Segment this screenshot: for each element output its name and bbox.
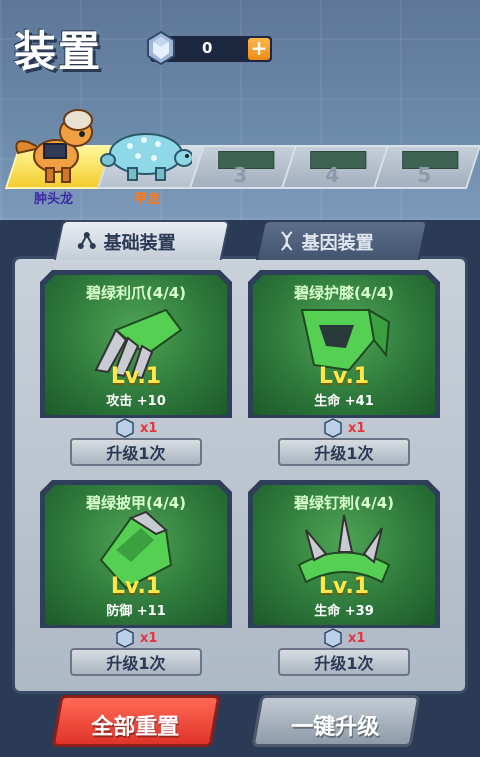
cost-amount: x1 xyxy=(140,631,158,646)
gem-icon xyxy=(116,418,134,438)
equipment-level: Lv.1 xyxy=(318,364,370,389)
slot-number: 3 xyxy=(233,163,248,187)
upgrade-cost: x1 xyxy=(248,628,440,650)
slot-number: 5 xyxy=(417,163,432,187)
gem-icon xyxy=(116,628,134,648)
dino-slot-3[interactable]: 3 xyxy=(188,145,298,189)
equipment-level: Lv.1 xyxy=(110,574,162,599)
page-title: 装置 xyxy=(14,27,103,76)
one-key-upgrade-button[interactable]: 一键升级 xyxy=(251,695,421,747)
ankylosaurus-icon xyxy=(100,133,192,181)
upgrade-button[interactable]: 升级1次 xyxy=(278,648,410,676)
currency-bar: 0 + xyxy=(147,31,272,65)
tab-gene-label: 基因装置 xyxy=(301,233,374,254)
slot-number: 4 xyxy=(325,163,340,187)
gem-icon xyxy=(324,418,342,438)
upgrade-button[interactable]: 升级1次 xyxy=(70,438,202,466)
tab-gene-device[interactable]: 基因装置 xyxy=(255,220,429,260)
dino-name-2: 甲龙 xyxy=(134,192,161,207)
equipment-level: Lv.1 xyxy=(318,574,370,599)
cost-amount: x1 xyxy=(140,421,158,436)
dino-slot-4[interactable]: 4 xyxy=(280,145,390,189)
dna-icon xyxy=(281,231,293,251)
pachycephalosaurus-icon xyxy=(15,109,93,183)
equipment-stat: 攻击 +10 xyxy=(106,394,166,409)
cost-amount: x1 xyxy=(348,631,366,646)
upgrade-cost: x1 xyxy=(40,418,232,440)
equipment-card-claw: 碧绿利爪(4/4) Lv.1 攻击 +10 x1 升级1次 xyxy=(40,270,232,468)
reset-all-label: 全部重置 xyxy=(91,715,180,740)
equipment-card-armor: 碧绿披甲(4/4) Lv.1 防御 +11 x1 升级1次 xyxy=(40,480,232,678)
dino-slot-5[interactable]: 5 xyxy=(372,145,480,189)
upgrade-cost: x1 xyxy=(248,418,440,440)
upgrade-cost: x1 xyxy=(40,628,232,650)
gem-icon xyxy=(324,628,342,648)
equipment-card-kneepad: 碧绿护膝(4/4) Lv.1 生命 +41 x1 升级1次 xyxy=(248,270,440,468)
dino-name-1: 肿头龙 xyxy=(34,192,74,207)
reset-all-button[interactable]: 全部重置 xyxy=(51,695,221,747)
equipment-card-spike: 碧绿钉刺(4/4) Lv.1 生命 +39 x1 升级1次 xyxy=(248,480,440,678)
currency-count: 0 xyxy=(202,39,213,57)
cost-amount: x1 xyxy=(348,421,366,436)
upgrade-button[interactable]: 升级1次 xyxy=(70,648,202,676)
gem-icon xyxy=(147,31,175,65)
tab-basic-device[interactable]: 基础装置 xyxy=(53,220,231,260)
equipment-stat: 生命 +41 xyxy=(314,394,374,409)
equipment-stat: 防御 +11 xyxy=(106,604,166,619)
upgrade-button[interactable]: 升级1次 xyxy=(278,438,410,466)
molecule-icon xyxy=(77,232,96,249)
equipment-stat: 生命 +39 xyxy=(314,604,374,619)
one-key-upgrade-label: 一键升级 xyxy=(291,715,380,740)
equipment-level: Lv.1 xyxy=(110,364,162,389)
tab-basic-label: 基础装置 xyxy=(103,233,176,254)
add-currency-button[interactable]: + xyxy=(248,38,270,60)
